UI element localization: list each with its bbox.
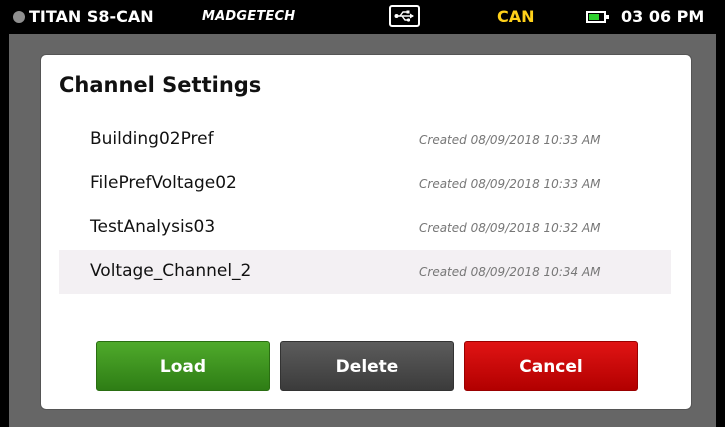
clock: 03 06 PM: [621, 7, 705, 26]
channel-created-date: Created 08/09/2018 10:34 AM: [419, 265, 601, 279]
status-bar: TITAN S8-CAN MADGETECH CAN 03 06 PM: [0, 0, 725, 34]
channel-created-date: Created 08/09/2018 10:33 AM: [419, 133, 601, 147]
channel-name: TestAnalysis03: [90, 217, 216, 237]
cancel-button[interactable]: Cancel: [464, 341, 638, 391]
channel-created-date: Created 08/09/2018 10:33 AM: [419, 177, 601, 191]
usb-icon: [389, 5, 420, 27]
channel-list-item[interactable]: Building02Pref Created 08/09/2018 10:33 …: [59, 118, 671, 162]
channel-list: Building02Pref Created 08/09/2018 10:33 …: [59, 118, 671, 294]
status-dot-icon: [13, 11, 25, 23]
channel-name: Building02Pref: [90, 129, 214, 149]
device-name: TITAN S8-CAN: [29, 7, 154, 26]
channel-settings-dialog: Channel Settings Building02Pref Created …: [40, 54, 692, 410]
channel-list-item-selected[interactable]: Voltage_Channel_2 Created 08/09/2018 10:…: [59, 250, 671, 294]
dialog-title: Channel Settings: [59, 73, 262, 97]
channel-name: FilePrefVoltage02: [90, 173, 237, 193]
channel-list-item[interactable]: TestAnalysis03 Created 08/09/2018 10:32 …: [59, 206, 671, 250]
battery-icon: [586, 11, 609, 23]
channel-name: Voltage_Channel_2: [90, 261, 252, 281]
channel-created-date: Created 08/09/2018 10:32 AM: [419, 221, 601, 235]
interface-label: CAN: [497, 7, 535, 26]
load-button[interactable]: Load: [96, 341, 270, 391]
brand-logo: MADGETECH: [202, 9, 296, 24]
channel-list-item[interactable]: FilePrefVoltage02 Created 08/09/2018 10:…: [59, 162, 671, 206]
delete-button[interactable]: Delete: [280, 341, 454, 391]
